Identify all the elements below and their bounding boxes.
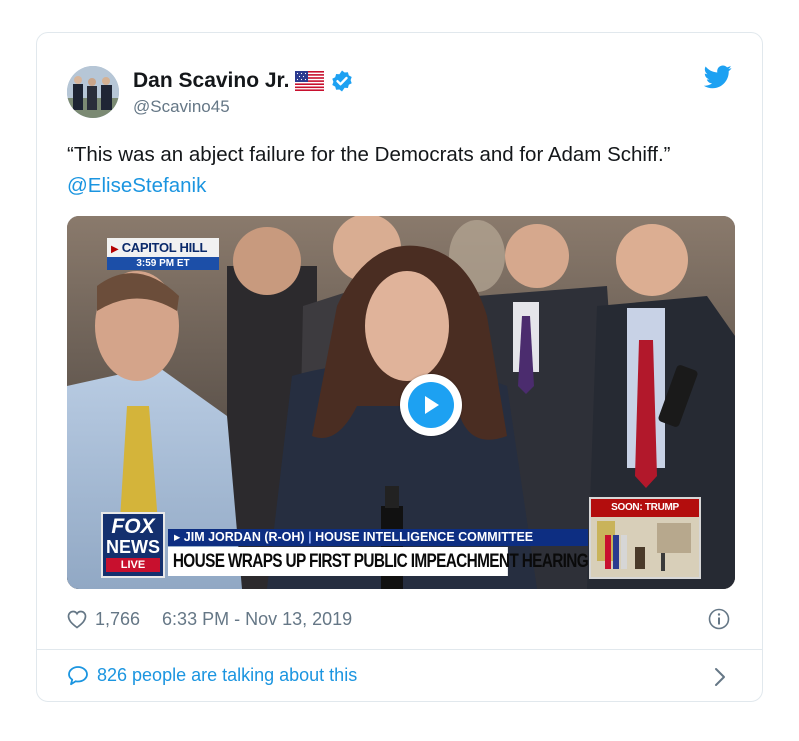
tweet-card[interactable]: Dan Scavino Jr. @Scavino45 “This was an … — [36, 32, 763, 702]
play-button[interactable] — [400, 374, 462, 436]
lower-third-headline: HOUSE WRAPS UP FIRST PUBLIC IMPEACHMENT … — [168, 547, 589, 576]
mention-link[interactable]: @EliseStefanik — [67, 174, 206, 197]
chevron-right-icon[interactable] — [714, 667, 726, 687]
location-label: CAPITOL HILL — [121, 240, 208, 255]
chyron-committee: HOUSE INTELLIGENCE COMMITTEE — [315, 530, 534, 544]
soon-inset: SOON: TRUMP SPEAKS — [589, 497, 701, 579]
speech-bubble-icon[interactable] — [67, 665, 89, 686]
chyron-separator: | — [308, 530, 312, 544]
twitter-bird-icon[interactable] — [704, 65, 732, 89]
logo-fox-text: FOX — [111, 515, 155, 538]
tweet-text: “This was an abject failure for the Demo… — [67, 139, 727, 201]
logo-live-text: LIVE — [106, 558, 160, 572]
location-arrow-icon: ▶ — [111, 244, 119, 255]
tweet-body: “This was an abject failure for the Demo… — [67, 143, 671, 166]
like-count[interactable]: 1,766 — [95, 609, 140, 630]
conversation-text[interactable]: 826 people are talking about this — [97, 665, 357, 686]
location-bug: ▶ CAPITOL HILL 3:59 PM ET — [107, 238, 219, 272]
tweet-meta: 1,766 6:33 PM - Nov 13, 2019 — [67, 609, 352, 630]
play-icon[interactable] — [421, 394, 441, 416]
author-handle[interactable]: @Scavino45 — [133, 97, 230, 117]
info-icon[interactable] — [708, 608, 730, 630]
verified-badge-icon — [332, 70, 353, 92]
us-flag-icon — [295, 71, 325, 91]
fox-news-logo: FOX NEWS LIVE — [101, 512, 165, 578]
broadcast-time: 3:59 PM ET — [107, 257, 219, 270]
soon-label: SOON: TRUMP SPEAKS — [591, 499, 699, 531]
author-name[interactable]: Dan Scavino Jr. — [133, 69, 354, 93]
video-thumbnail[interactable]: ▶ CAPITOL HILL 3:59 PM ET SOON: TRUMP SP… — [67, 216, 735, 589]
heart-icon[interactable] — [67, 610, 87, 629]
avatar[interactable] — [67, 66, 119, 118]
chyron-speaker: JIM JORDAN (R-OH) — [183, 530, 305, 544]
tweet-timestamp[interactable]: 6:33 PM - Nov 13, 2019 — [162, 609, 352, 630]
soon-thumbnail — [591, 517, 699, 577]
logo-news-text: NEWS — [106, 537, 160, 557]
author-name-text[interactable]: Dan Scavino Jr. — [133, 69, 289, 93]
chyron-arrow-icon: ▸ — [174, 530, 181, 544]
lower-third-top: ▸ JIM JORDAN (R-OH) | HOUSE INTELLIGENCE… — [168, 529, 588, 546]
conversation-link[interactable]: 826 people are talking about this — [67, 665, 357, 686]
divider — [37, 649, 762, 650]
